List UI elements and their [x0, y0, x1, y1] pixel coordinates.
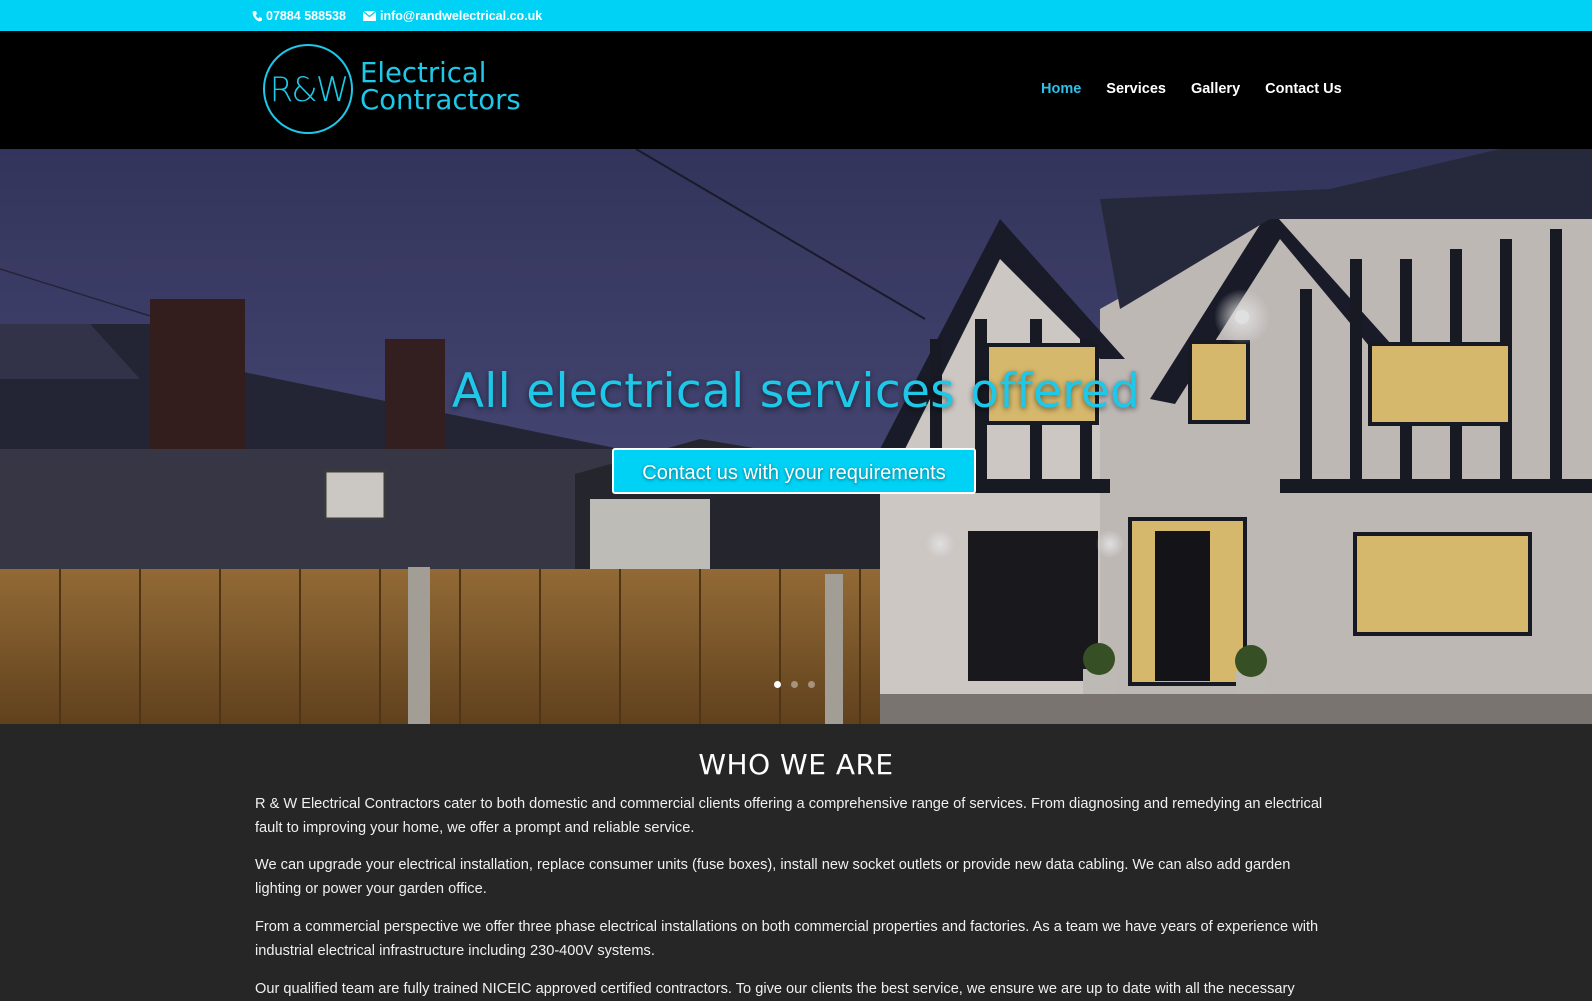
logo-text: Electrical Contractors [360, 57, 521, 116]
phone-link[interactable]: 07884 588538 [252, 8, 346, 24]
nav-home[interactable]: Home [1041, 81, 1081, 97]
about-paragraph: R & W Electrical Contractors cater to bo… [255, 796, 1323, 836]
phone-icon [252, 11, 262, 22]
logo-mark: R&W [269, 69, 350, 110]
about-paragraph: We can upgrade your electrical installat… [255, 857, 1291, 897]
main-nav: Home Services Gallery Contact Us [1041, 81, 1367, 97]
about-paragraph: Our qualified team are fully trained NIC… [255, 981, 1295, 997]
logo-line-2: Contractors [360, 84, 521, 116]
section-heading: WHO WE ARE [698, 748, 894, 781]
slider-dot-1[interactable] [774, 681, 781, 688]
logo-line-1: Electrical [360, 57, 487, 89]
hero-background-image [0, 149, 1592, 724]
email-link[interactable]: info@randwelectrical.co.uk [363, 8, 542, 24]
site-header: R&W Electrical Contractors Home Services… [0, 31, 1592, 149]
nav-gallery[interactable]: Gallery [1191, 81, 1240, 97]
contact-us-button[interactable]: Contact us with your requirements [612, 448, 976, 494]
nav-contact-us[interactable]: Contact Us [1265, 81, 1342, 97]
nav-services[interactable]: Services [1106, 81, 1166, 97]
slider-pagination [774, 681, 825, 688]
hero-title: All electrical services offered [451, 364, 1141, 419]
who-we-are-section: WHO WE ARE R & W Electrical Contractors … [0, 724, 1592, 999]
email-address: info@randwelectrical.co.uk [380, 9, 543, 23]
about-paragraph: From a commercial perspective we offer t… [255, 919, 1319, 959]
hero-slider: All electrical services offered Contact … [0, 149, 1592, 724]
slider-dot-2[interactable] [791, 681, 798, 688]
envelope-icon [363, 11, 376, 21]
slider-dot-3[interactable] [808, 681, 815, 688]
site-logo[interactable]: R&W Electrical Contractors [263, 44, 533, 136]
phone-number: 07884 588538 [266, 9, 346, 23]
top-bar: 07884 588538 info@randwelectrical.co.uk [0, 0, 1592, 31]
